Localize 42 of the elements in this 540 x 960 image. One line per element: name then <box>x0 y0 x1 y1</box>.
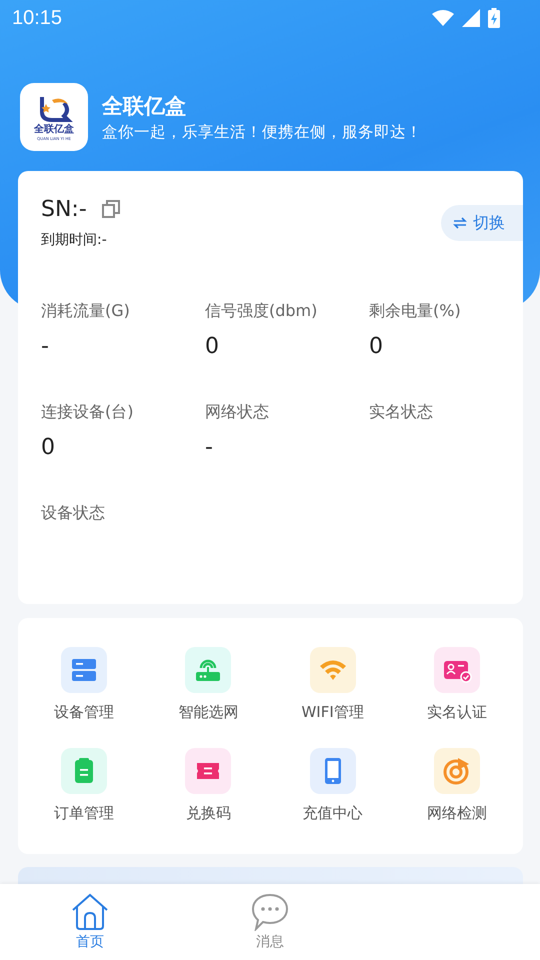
stat-label: 实名状态 <box>369 401 433 423</box>
stat-label: 网络状态 <box>205 401 269 423</box>
tab-label[interactable]: 首页 <box>76 933 104 951</box>
menu-label[interactable]: 实名认证 <box>426 702 487 722</box>
menu-label[interactable]: 网络检测 <box>426 803 487 823</box>
stat-value: 0 <box>41 434 55 462</box>
server-icon[interactable] <box>61 647 108 693</box>
radar-icon[interactable] <box>434 748 480 794</box>
app-name: 全联亿盒 <box>102 92 187 120</box>
expiry-date: 到期时间:- <box>41 231 108 249</box>
signal-icon <box>462 9 480 27</box>
stat-value: 0 <box>369 333 383 361</box>
menu-label[interactable]: 设备管理 <box>54 702 114 722</box>
stat-value: - <box>41 333 49 361</box>
status-time: 10:15 <box>12 6 62 30</box>
wifi-icon <box>432 10 454 26</box>
stat-label: 设备状态 <box>41 502 105 524</box>
copy-icon[interactable] <box>100 199 121 219</box>
tablet-icon[interactable] <box>310 748 356 794</box>
ticket-icon[interactable] <box>185 748 232 794</box>
menu-label[interactable]: 充值中心 <box>302 803 363 823</box>
chat-icon[interactable] <box>251 893 289 931</box>
stat-label: 剩余电量(%) <box>369 300 461 322</box>
home-icon[interactable] <box>71 893 109 931</box>
switch-button[interactable]: 切换 <box>441 205 523 241</box>
router-icon[interactable] <box>185 647 232 693</box>
menu-label[interactable]: WIFI管理 <box>301 702 364 722</box>
stat-label: 消耗流量(G) <box>41 300 130 322</box>
swap-icon <box>453 217 467 229</box>
stat-value: 0 <box>205 333 219 361</box>
stat-label: 连接设备(台) <box>41 401 134 423</box>
menu-label[interactable]: 智能选网 <box>178 702 238 722</box>
stat-value: - <box>205 434 213 462</box>
menu-label[interactable]: 订单管理 <box>54 803 114 823</box>
wifi-icon[interactable] <box>310 647 356 693</box>
battery-icon <box>488 8 500 28</box>
menu-label[interactable]: 兑换码 <box>186 803 231 823</box>
app-slogan: 盒你一起，乐享生活！便携在侧，服务即达！ <box>102 122 422 142</box>
clipboard-icon[interactable] <box>61 748 108 794</box>
serial-number: SN:- <box>41 196 87 222</box>
stat-label: 信号强度(dbm) <box>205 300 318 322</box>
id-card-icon[interactable] <box>434 647 480 693</box>
